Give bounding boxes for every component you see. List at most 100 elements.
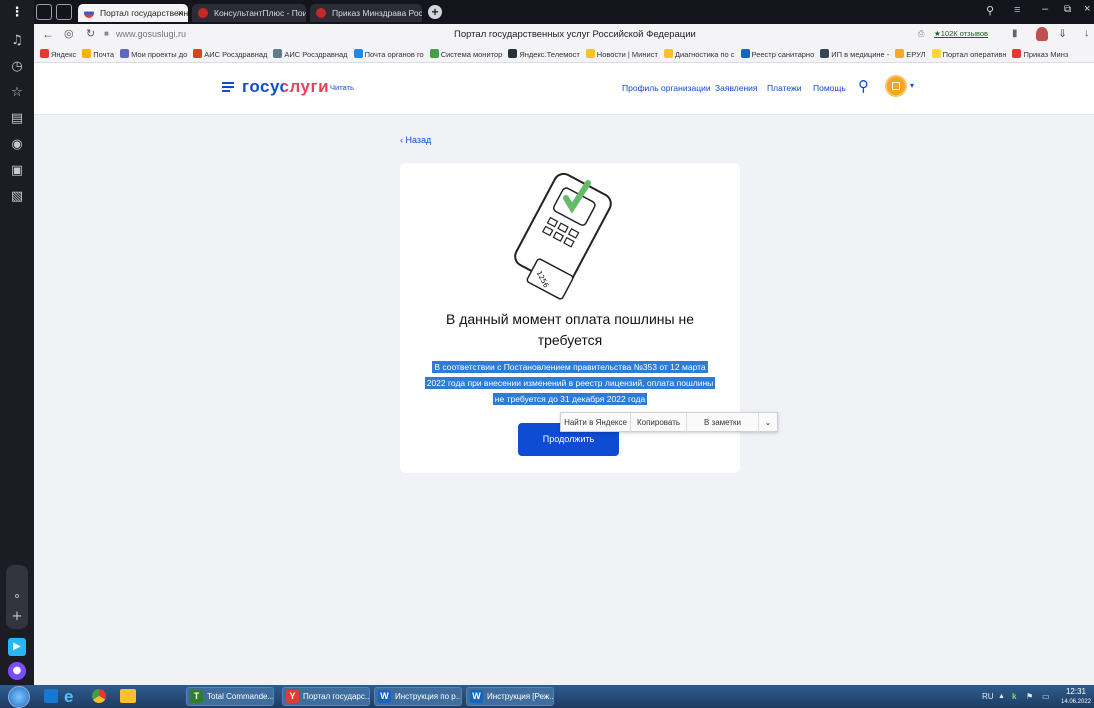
bookmark-item[interactable]: Новости | Минист [585, 46, 658, 62]
description-line-2: 2022 года при внесении изменений в реест… [424, 377, 716, 389]
site-header: госуслуги Читать Профиль организации Зая… [34, 63, 1094, 115]
tab-consultant[interactable]: КонсультантПлюс - Поиск [192, 4, 306, 22]
play-icon[interactable]: ◉ [8, 136, 26, 154]
home-tab-icon[interactable] [36, 4, 52, 20]
window-close-icon[interactable]: × [1084, 3, 1090, 15]
bookmark-label: Реестр санитарно [751, 50, 815, 59]
organization-avatar[interactable] [885, 75, 907, 97]
sidebar-app-icon[interactable]: ▣ [8, 162, 26, 180]
reader-link[interactable]: Читать [330, 83, 354, 92]
bookmark-item[interactable]: Почта органов го [353, 46, 424, 62]
hamburger-menu-icon[interactable] [222, 82, 234, 92]
translate-icon[interactable]: ⎙ [918, 29, 924, 39]
bell-icon[interactable]: ♫ [8, 32, 26, 50]
notes-icon[interactable]: ▤ [8, 110, 26, 128]
extension-icon[interactable]: ⚬ [8, 588, 26, 606]
reviews-badge[interactable]: ★102К отзывов [934, 29, 988, 38]
bookmark-item[interactable]: Реестр санитарно [740, 46, 815, 62]
bookmark-item[interactable]: Система монитор [429, 46, 502, 62]
bookmark-item[interactable]: Диагностика по с [663, 46, 735, 62]
account-icon[interactable]: ≡ [1014, 4, 1020, 16]
bookmark-label: Яндекс.Телемост [519, 50, 580, 59]
history-icon[interactable]: ◷ [8, 58, 26, 76]
bookmark-label: ЕРУЛ [906, 50, 926, 59]
bookmark-item[interactable]: ИП в медицине - [820, 46, 889, 62]
taskbar-item[interactable]: Y Портал государс... [282, 687, 370, 706]
taskbar-item-label: Total Commande... [207, 692, 274, 701]
search-icon[interactable]: ⚲ [858, 77, 869, 95]
nav-applications[interactable]: Заявления [715, 83, 758, 93]
downloads-icon[interactable]: ⇓ [1058, 27, 1067, 40]
bookmark-label: Диагностика по с [674, 50, 735, 59]
star-icon[interactable]: ☆ [8, 84, 26, 102]
browser-sidebar: ⋮ ♫ ◷ ☆ ▤ ◉ ▣ ▧ ⚬ + ▶ ● [0, 0, 34, 708]
start-button[interactable] [8, 686, 30, 708]
kaspersky-icon[interactable]: k [1012, 685, 1016, 708]
tab-prikaz[interactable]: Приказ Минздрава России [310, 4, 422, 22]
url-field[interactable]: www.gosuslugi.ru [116, 29, 186, 39]
clock-time: 12:31 [1065, 687, 1087, 696]
copy-item[interactable]: Копировать [631, 413, 687, 433]
find-in-yandex-item[interactable]: Найти в Яндексе [561, 413, 631, 433]
browser-menu-icon[interactable]: ⋮ [8, 4, 26, 22]
taskbar-item[interactable]: T Total Commande... [186, 687, 274, 706]
bookmark-item[interactable]: Яндекс [40, 46, 76, 62]
network-icon[interactable]: ▭ [1042, 685, 1050, 708]
bookmark-label: Мои проекты до [131, 50, 188, 59]
lock-icon: ■ [104, 29, 109, 38]
screenshot-icon[interactable]: ▧ [8, 188, 26, 206]
tab-gosuslugi[interactable]: Портал государственн × [78, 4, 188, 22]
bookmark-item[interactable]: АИС Росздравнад [193, 46, 267, 62]
internet-explorer-icon[interactable]: e [64, 686, 73, 707]
taskbar-app-icon: W [378, 690, 391, 703]
bookmark-icon[interactable]: ▮ [1012, 28, 1018, 39]
show-desktop-icon[interactable] [44, 689, 58, 703]
restore-icon[interactable]: ⧉ [1064, 4, 1071, 15]
bookmark-favicon-icon [40, 49, 49, 58]
messenger-icon[interactable]: ▶ [8, 638, 26, 656]
clock[interactable]: 12:31 14.06.2022 [1060, 687, 1092, 707]
selection-context-menu: Найти в Яндексе Копировать В заметки ⌄ [560, 412, 778, 433]
taskbar-item[interactable]: W Инструкция [Реж... [466, 687, 554, 706]
yandex-protect-icon[interactable]: ◎ [64, 27, 74, 40]
back-link[interactable]: ‹ Назад [400, 135, 431, 145]
bookmark-item[interactable]: Приказ Минз [1012, 46, 1069, 62]
bookmark-label: Приказ Минз [1023, 50, 1069, 59]
back-arrow-icon[interactable]: ← [42, 27, 54, 41]
alice-icon[interactable]: ● [8, 662, 26, 680]
chevron-down-icon[interactable]: ⌄ [759, 413, 777, 433]
close-tab-icon[interactable]: × [178, 4, 183, 22]
profile-avatar[interactable] [1036, 27, 1048, 41]
bookmark-item[interactable]: Почта [82, 46, 114, 62]
gosuslugi-logo[interactable]: госуслуги [242, 77, 329, 97]
explorer-folder-icon[interactable] [120, 689, 136, 703]
tray-expand-icon[interactable]: ▲ [998, 685, 1005, 708]
bookmark-item[interactable]: Яндекс.Телемост [508, 46, 580, 62]
bookmark-item[interactable]: АИС Росздравнад [273, 46, 348, 62]
pin-icon[interactable]: ⚲ [986, 4, 994, 17]
nav-profile[interactable]: Профиль организации [622, 83, 711, 93]
main-content: ‹ Назад 1256 В данный момент оплата пошл… [34, 115, 1094, 685]
flag-icon[interactable]: ⚑ [1026, 685, 1033, 708]
nav-payments[interactable]: Платежи [767, 83, 801, 93]
bookmark-favicon-icon [663, 49, 673, 58]
taskbar-item[interactable]: W Инструкция по р... [374, 687, 462, 706]
nav-help[interactable]: Помощь [813, 83, 846, 93]
bookmark-favicon-icon [353, 49, 363, 58]
downloads-arrow-icon[interactable]: ↓ [1084, 27, 1090, 39]
language-indicator[interactable]: RU [982, 685, 994, 708]
chrome-icon[interactable] [92, 689, 106, 703]
bookmark-item[interactable]: Портал оперативн [931, 46, 1006, 62]
to-notes-item[interactable]: В заметки [687, 413, 759, 433]
add-panel-icon[interactable]: + [8, 608, 26, 626]
taskbar-app-icon: W [470, 690, 483, 703]
chevron-down-icon[interactable]: ▾ [910, 81, 914, 90]
taskbar-app-icon: T [190, 690, 203, 703]
reload-icon[interactable]: ↻ [86, 27, 95, 40]
tabs-list-icon[interactable] [56, 4, 72, 20]
bookmark-item[interactable]: ЕРУЛ [895, 46, 926, 62]
minimize-icon[interactable]: – [1042, 3, 1048, 15]
bookmark-favicon-icon [585, 49, 595, 58]
new-tab-button[interactable]: + [428, 5, 442, 19]
bookmark-item[interactable]: Мои проекты до [120, 46, 188, 62]
